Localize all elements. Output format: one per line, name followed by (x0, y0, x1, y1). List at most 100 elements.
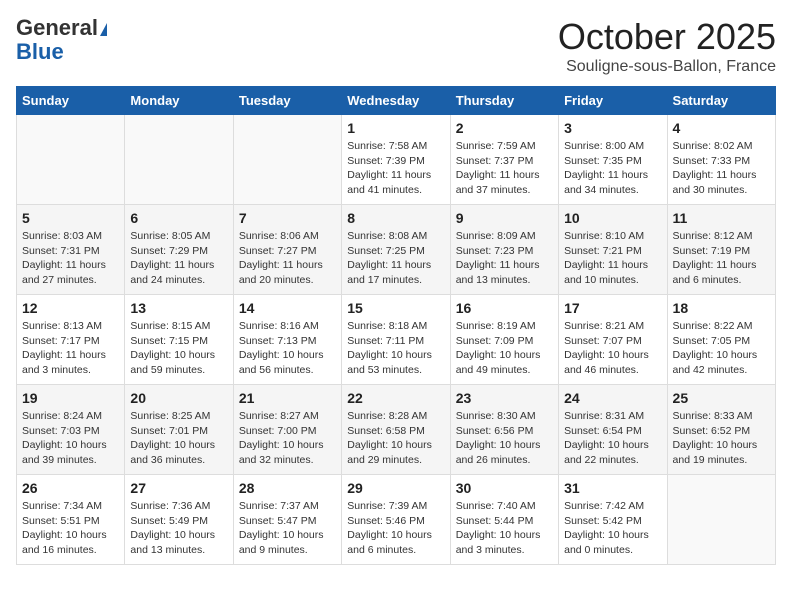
col-sunday: Sunday (17, 87, 125, 115)
day-info: Sunrise: 8:25 AM Sunset: 7:01 PM Dayligh… (130, 409, 227, 468)
day-info: Sunrise: 8:03 AM Sunset: 7:31 PM Dayligh… (22, 229, 119, 288)
day-info: Sunrise: 7:34 AM Sunset: 5:51 PM Dayligh… (22, 499, 119, 558)
day-info: Sunrise: 8:33 AM Sunset: 6:52 PM Dayligh… (673, 409, 770, 468)
day-number: 6 (130, 210, 227, 226)
calendar-cell: 7Sunrise: 8:06 AM Sunset: 7:27 PM Daylig… (233, 205, 341, 295)
day-number: 30 (456, 480, 553, 496)
calendar-cell: 5 Sunrise: 8:03 AM Sunset: 7:31 PM Daylig… (17, 205, 125, 295)
calendar-cell: 27 Sunrise: 7:36 AM Sunset: 5:49 PM Dayli… (125, 475, 233, 565)
day-info: Sunrise: 8:16 AM Sunset: 7:13 PM Dayligh… (239, 319, 336, 378)
day-number: 11 (673, 210, 770, 226)
calendar-cell: 17 Sunrise: 8:21 AM Sunset: 7:07 PM Dayli… (559, 295, 667, 385)
day-info: Sunrise: 7:37 AM Sunset: 5:47 PM Dayligh… (239, 499, 336, 558)
day-number: 4 (673, 120, 770, 136)
calendar-cell: 14Sunrise: 8:16 AM Sunset: 7:13 PM Dayli… (233, 295, 341, 385)
day-number: 16 (456, 300, 553, 316)
day-number: 28 (239, 480, 336, 496)
header-row: Sunday Monday Tuesday Wednesday Thursday… (17, 87, 776, 115)
location-title: Souligne-sous-Ballon, France (558, 58, 776, 76)
day-info: Sunrise: 8:12 AM Sunset: 7:19 PM Dayligh… (673, 229, 770, 288)
day-info: Sunrise: 7:58 AM Sunset: 7:39 PM Dayligh… (347, 139, 444, 198)
day-number: 24 (564, 390, 661, 406)
col-tuesday: Tuesday (233, 87, 341, 115)
day-info: Sunrise: 8:00 AM Sunset: 7:35 PM Dayligh… (564, 139, 661, 198)
calendar-cell: 11 Sunrise: 8:12 AM Sunset: 7:19 PM Dayli… (667, 205, 775, 295)
day-info: Sunrise: 7:42 AM Sunset: 5:42 PM Dayligh… (564, 499, 661, 558)
day-number: 2 (456, 120, 553, 136)
calendar-cell: 10 Sunrise: 8:10 AM Sunset: 7:21 PM Dayli… (559, 205, 667, 295)
day-number: 12 (22, 300, 119, 316)
day-info: Sunrise: 7:39 AM Sunset: 5:46 PM Dayligh… (347, 499, 444, 558)
col-thursday: Thursday (450, 87, 558, 115)
calendar-row-4: 26 Sunrise: 7:34 AM Sunset: 5:51 PM Dayli… (17, 475, 776, 565)
calendar-cell: 20Sunrise: 8:25 AM Sunset: 7:01 PM Dayli… (125, 385, 233, 475)
day-info: Sunrise: 8:22 AM Sunset: 7:05 PM Dayligh… (673, 319, 770, 378)
day-info: Sunrise: 8:28 AM Sunset: 6:58 PM Dayligh… (347, 409, 444, 468)
calendar-row-2: 12Sunrise: 8:13 AM Sunset: 7:17 PM Dayli… (17, 295, 776, 385)
day-number: 1 (347, 120, 444, 136)
calendar-cell: 29 Sunrise: 7:39 AM Sunset: 5:46 PM Dayli… (342, 475, 450, 565)
calendar-cell: 30 Sunrise: 7:40 AM Sunset: 5:44 PM Dayli… (450, 475, 558, 565)
calendar-cell: 16Sunrise: 8:19 AM Sunset: 7:09 PM Dayli… (450, 295, 558, 385)
calendar-cell (667, 475, 775, 565)
calendar-cell: 23Sunrise: 8:30 AM Sunset: 6:56 PM Dayli… (450, 385, 558, 475)
calendar-cell: 24 Sunrise: 8:31 AM Sunset: 6:54 PM Dayli… (559, 385, 667, 475)
calendar-table: Sunday Monday Tuesday Wednesday Thursday… (16, 86, 776, 565)
logo: General Blue (16, 16, 107, 64)
calendar-cell: 2Sunrise: 7:59 AM Sunset: 7:37 PM Daylig… (450, 115, 558, 205)
col-monday: Monday (125, 87, 233, 115)
day-info: Sunrise: 8:21 AM Sunset: 7:07 PM Dayligh… (564, 319, 661, 378)
day-number: 31 (564, 480, 661, 496)
day-number: 15 (347, 300, 444, 316)
day-info: Sunrise: 8:09 AM Sunset: 7:23 PM Dayligh… (456, 229, 553, 288)
calendar-cell: 26 Sunrise: 7:34 AM Sunset: 5:51 PM Dayli… (17, 475, 125, 565)
day-number: 3 (564, 120, 661, 136)
calendar-cell: 31 Sunrise: 7:42 AM Sunset: 5:42 PM Dayli… (559, 475, 667, 565)
calendar-cell: 13 Sunrise: 8:15 AM Sunset: 7:15 PM Dayli… (125, 295, 233, 385)
logo-text: General (16, 16, 107, 40)
calendar-cell: 25 Sunrise: 8:33 AM Sunset: 6:52 PM Dayli… (667, 385, 775, 475)
calendar-cell: 28 Sunrise: 7:37 AM Sunset: 5:47 PM Dayli… (233, 475, 341, 565)
calendar-cell: 12Sunrise: 8:13 AM Sunset: 7:17 PM Dayli… (17, 295, 125, 385)
day-number: 21 (239, 390, 336, 406)
calendar-row-1: 5 Sunrise: 8:03 AM Sunset: 7:31 PM Daylig… (17, 205, 776, 295)
day-info: Sunrise: 8:15 AM Sunset: 7:15 PM Dayligh… (130, 319, 227, 378)
day-number: 7 (239, 210, 336, 226)
calendar-cell: 19Sunrise: 8:24 AM Sunset: 7:03 PM Dayli… (17, 385, 125, 475)
calendar-cell: 18 Sunrise: 8:22 AM Sunset: 7:05 PM Dayli… (667, 295, 775, 385)
col-friday: Friday (559, 87, 667, 115)
day-info: Sunrise: 8:27 AM Sunset: 7:00 PM Dayligh… (239, 409, 336, 468)
calendar-cell: 8 Sunrise: 8:08 AM Sunset: 7:25 PM Daylig… (342, 205, 450, 295)
day-info: Sunrise: 7:36 AM Sunset: 5:49 PM Dayligh… (130, 499, 227, 558)
calendar-cell: 6Sunrise: 8:05 AM Sunset: 7:29 PM Daylig… (125, 205, 233, 295)
calendar-cell: 15Sunrise: 8:18 AM Sunset: 7:11 PM Dayli… (342, 295, 450, 385)
title-area: October 2025 Souligne-sous-Ballon, Franc… (558, 16, 776, 76)
day-number: 29 (347, 480, 444, 496)
day-info: Sunrise: 8:08 AM Sunset: 7:25 PM Dayligh… (347, 229, 444, 288)
day-number: 18 (673, 300, 770, 316)
col-wednesday: Wednesday (342, 87, 450, 115)
day-number: 25 (673, 390, 770, 406)
day-info: Sunrise: 8:10 AM Sunset: 7:21 PM Dayligh… (564, 229, 661, 288)
day-number: 10 (564, 210, 661, 226)
calendar-cell: 1 Sunrise: 7:58 AM Sunset: 7:39 PM Daylig… (342, 115, 450, 205)
calendar-cell: 4 Sunrise: 8:02 AM Sunset: 7:33 PM Daylig… (667, 115, 775, 205)
col-saturday: Saturday (667, 87, 775, 115)
calendar-row-0: 1 Sunrise: 7:58 AM Sunset: 7:39 PM Daylig… (17, 115, 776, 205)
day-number: 13 (130, 300, 227, 316)
calendar-cell (233, 115, 341, 205)
day-number: 5 (22, 210, 119, 226)
day-number: 8 (347, 210, 444, 226)
day-number: 9 (456, 210, 553, 226)
day-info: Sunrise: 8:30 AM Sunset: 6:56 PM Dayligh… (456, 409, 553, 468)
day-info: Sunrise: 8:31 AM Sunset: 6:54 PM Dayligh… (564, 409, 661, 468)
day-number: 27 (130, 480, 227, 496)
calendar-cell (125, 115, 233, 205)
day-info: Sunrise: 8:24 AM Sunset: 7:03 PM Dayligh… (22, 409, 119, 468)
day-number: 26 (22, 480, 119, 496)
day-info: Sunrise: 7:40 AM Sunset: 5:44 PM Dayligh… (456, 499, 553, 558)
logo-triangle-icon (100, 23, 107, 36)
calendar-cell (17, 115, 125, 205)
day-number: 17 (564, 300, 661, 316)
day-info: Sunrise: 8:02 AM Sunset: 7:33 PM Dayligh… (673, 139, 770, 198)
